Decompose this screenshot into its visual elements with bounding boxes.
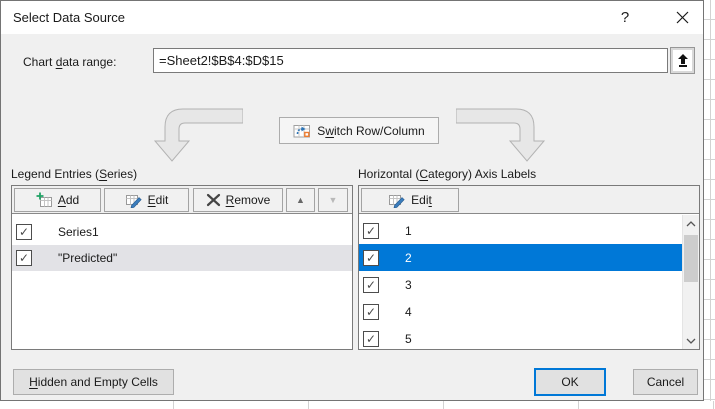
flow-arrow-right [456, 103, 548, 165]
list-item-label: Series1 [58, 225, 99, 239]
close-button[interactable] [661, 1, 703, 34]
chevron-down-icon [686, 338, 696, 344]
axis-labels-panel: Edit ✓ 1 ✓ 2 ✓ 3 ✓ 4 [358, 185, 700, 350]
checkbox-checked[interactable]: ✓ [16, 250, 32, 266]
list-item-category-2-selected[interactable]: ✓ 2 [359, 244, 682, 271]
list-item-label: 2 [405, 251, 412, 265]
remove-icon [206, 193, 221, 207]
list-item-label: 3 [405, 278, 412, 292]
cancel-button-label: Cancel [647, 375, 684, 389]
scroll-down-button[interactable] [683, 332, 699, 349]
scroll-up-button[interactable] [683, 215, 699, 232]
checkbox-checked[interactable]: ✓ [363, 250, 379, 266]
move-down-button[interactable]: ▼ [318, 188, 348, 212]
flow-arrow-left [151, 103, 243, 165]
checkbox-checked[interactable]: ✓ [363, 277, 379, 293]
move-down-icon: ▼ [329, 196, 338, 205]
collapse-dialog-button[interactable] [670, 47, 695, 74]
vertical-scrollbar[interactable] [682, 215, 699, 349]
list-item-category-4[interactable]: ✓ 4 [359, 298, 682, 325]
list-item-predicted[interactable]: ✓ "Predicted" [12, 245, 352, 271]
check-icon: ✓ [366, 305, 376, 319]
check-icon: ✓ [366, 251, 376, 265]
chart-data-range-input[interactable] [153, 48, 668, 73]
list-item-series1[interactable]: ✓ Series1 [12, 219, 352, 245]
edit-icon [388, 192, 406, 208]
chart-data-range-label: Chart data range: [23, 55, 116, 69]
remove-button-label: Remove [226, 193, 271, 207]
switch-row-column-label: Switch Row/Column [317, 124, 424, 138]
check-icon: ✓ [366, 332, 376, 346]
checkbox-checked[interactable]: ✓ [363, 331, 379, 347]
close-icon [676, 11, 689, 24]
ok-button-label: OK [561, 375, 578, 389]
list-item-category-1[interactable]: ✓ 1 [359, 217, 682, 244]
axis-labels-heading: Horizontal (Category) Axis Labels [358, 167, 536, 181]
titlebar: Select Data Source ? [1, 1, 703, 34]
list-item-category-3[interactable]: ✓ 3 [359, 271, 682, 298]
check-icon: ✓ [19, 251, 29, 265]
scrollbar-thumb[interactable] [684, 235, 698, 282]
checkbox-checked[interactable]: ✓ [16, 224, 32, 240]
axis-labels-list: ✓ 1 ✓ 2 ✓ 3 ✓ 4 ✓ 5 [359, 215, 699, 349]
hidden-and-empty-cells-button[interactable]: Hidden and Empty Cells [13, 369, 174, 395]
list-item-category-5[interactable]: ✓ 5 [359, 325, 682, 352]
legend-entries-heading: Legend Entries (Series) [11, 167, 137, 181]
check-icon: ✓ [366, 278, 376, 292]
legend-entries-panel: Add Edit Remove ▲ [11, 185, 353, 350]
axis-toolbar: Edit [359, 186, 699, 214]
check-icon: ✓ [19, 225, 29, 239]
add-icon [36, 192, 53, 208]
add-button-label: Add [58, 193, 79, 207]
move-up-icon: ▲ [296, 196, 305, 205]
legend-entries-list: ✓ Series1 ✓ "Predicted" [12, 215, 352, 349]
edit-series-button[interactable]: Edit [104, 188, 189, 212]
edit-axis-labels-button[interactable]: Edit [361, 188, 459, 212]
list-item-label: "Predicted" [58, 251, 117, 265]
checkbox-checked[interactable]: ✓ [363, 304, 379, 320]
check-icon: ✓ [366, 224, 376, 238]
dialog-title: Select Data Source [13, 1, 125, 34]
remove-series-button[interactable]: Remove [193, 188, 283, 212]
ok-button[interactable]: OK [534, 368, 606, 396]
chevron-up-icon [686, 221, 696, 227]
checkbox-checked[interactable]: ✓ [363, 223, 379, 239]
help-icon: ? [621, 9, 629, 26]
switch-row-column-button[interactable]: Switch Row/Column [279, 117, 439, 144]
list-item-label: 4 [405, 305, 412, 319]
list-item-label: 5 [405, 332, 412, 346]
spreadsheet-background-bottom [0, 401, 715, 409]
collapse-range-icon [677, 54, 689, 68]
edit-axis-button-label: Edit [411, 193, 432, 207]
move-up-button[interactable]: ▲ [286, 188, 315, 212]
legend-toolbar: Add Edit Remove ▲ [12, 186, 352, 214]
hidden-cells-label: Hidden and Empty Cells [29, 375, 158, 389]
list-item-label: 1 [405, 224, 412, 238]
select-data-source-dialog: Select Data Source ? Chart data range: [0, 0, 704, 401]
spreadsheet-background-right [704, 0, 715, 409]
edit-icon [125, 192, 143, 208]
edit-button-label: Edit [148, 193, 169, 207]
add-series-button[interactable]: Add [14, 188, 101, 212]
cancel-button[interactable]: Cancel [633, 369, 698, 395]
screen: Select Data Source ? Chart data range: [0, 0, 715, 409]
switch-row-column-icon [293, 123, 311, 138]
help-button[interactable]: ? [607, 1, 643, 34]
